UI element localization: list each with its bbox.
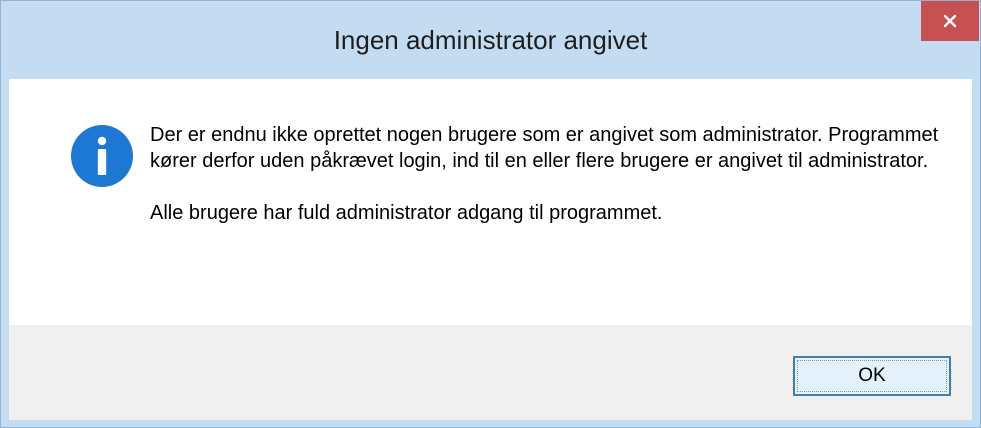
message-paragraph-1: Der er endnu ikke oprettet nogen brugere… — [150, 124, 939, 172]
close-button[interactable] — [921, 1, 979, 41]
message-paragraph-2: Alle brugere har fuld administrator adga… — [150, 202, 663, 224]
info-icon — [71, 125, 133, 187]
close-icon — [943, 14, 957, 28]
title-bar[interactable]: Ingen administrator angivet — [1, 1, 980, 79]
dialog-window: Ingen administrator angivet Der er endnu… — [0, 0, 981, 428]
button-bar: OK — [9, 325, 972, 420]
message-text: Der er endnu ikke oprettet nogen brugere… — [150, 122, 950, 226]
dialog-title: Ingen administrator angivet — [333, 25, 648, 55]
ok-button[interactable]: OK — [793, 356, 951, 396]
ok-button-label: OK — [858, 365, 886, 386]
dialog-content: Der er endnu ikke oprettet nogen brugere… — [9, 79, 972, 325]
